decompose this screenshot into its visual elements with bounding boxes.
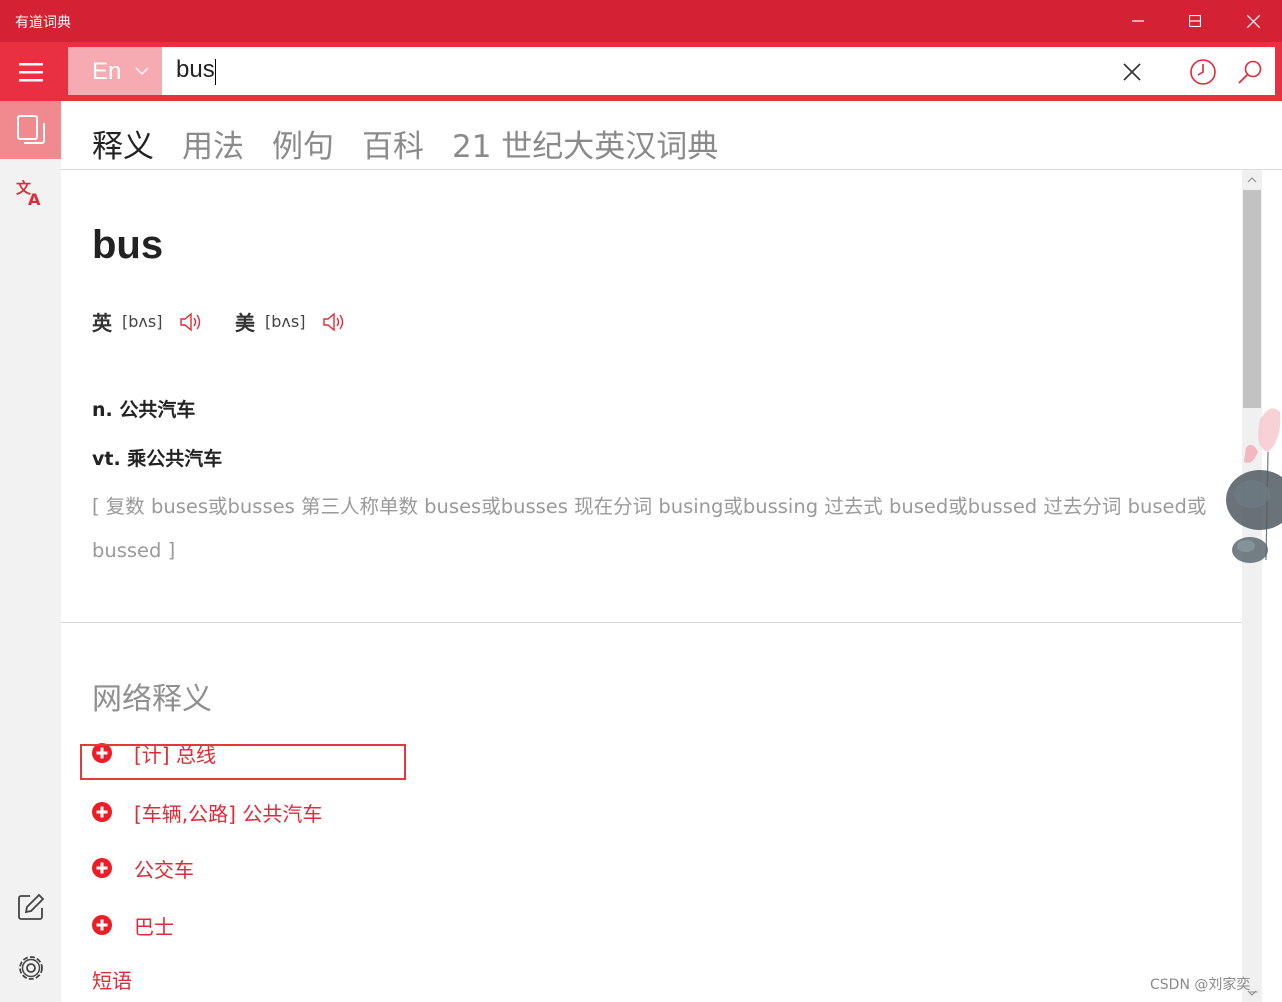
edit-icon	[17, 893, 44, 920]
word-forms: [ 复数 buses或busses 第三人称单数 buses或busses 现在…	[92, 495, 1207, 562]
speaker-icon	[323, 312, 344, 331]
web-definition-item[interactable]: 巴士	[92, 910, 174, 940]
definition-noun: n. 公共汽车	[92, 399, 196, 421]
window-title: 有道词典	[15, 14, 71, 30]
gear-icon	[18, 956, 43, 980]
phrases-link[interactable]: 短语	[92, 965, 132, 994]
web-definition-text: 公交车	[134, 857, 194, 882]
definition-verb: vt. 乘公共汽车	[92, 448, 223, 470]
hamburger-icon	[19, 62, 43, 81]
text-caret	[215, 59, 216, 85]
plus-circle-icon	[92, 802, 112, 822]
maximize-button[interactable]	[1166, 0, 1224, 42]
pronunciation-label: 英	[92, 311, 112, 335]
web-definition-text: 巴士	[134, 914, 174, 939]
web-definitions-title: 网络释义	[92, 682, 212, 717]
clock-icon	[1190, 59, 1216, 85]
plus-circle-icon	[92, 915, 112, 935]
annotation-highlight-box	[80, 744, 406, 780]
close-icon	[1246, 14, 1260, 28]
rail-item-notes[interactable]	[0, 878, 61, 936]
phonetic: [bʌs]	[265, 312, 306, 331]
menu-button[interactable]	[0, 42, 62, 101]
scroll-thumb[interactable]	[1243, 190, 1261, 408]
tab-21st-century-dictionary[interactable]: 21 世纪大英汉词典	[452, 121, 718, 166]
web-definition-item[interactable]: 公交车	[92, 853, 194, 883]
phonetic: [bʌs]	[122, 312, 163, 331]
section-divider	[61, 622, 1242, 623]
copy-pages-icon	[16, 115, 45, 144]
maximize-icon	[1189, 15, 1201, 27]
rail-item-translate[interactable]: 文 A	[0, 163, 61, 221]
rail-item-dictionary[interactable]	[0, 101, 61, 159]
web-definition-item[interactable]: [车辆,公路] 公共汽车	[92, 797, 322, 827]
vertical-scrollbar[interactable]	[1242, 170, 1262, 1002]
definition-panel: bus 英 [bʌs] 美 [bʌs] n. 公共汽车 vt. 乘公共汽车 [ …	[61, 170, 1242, 1002]
close-window-button[interactable]	[1224, 0, 1282, 42]
watermark: CSDN @刘家奕_	[1150, 977, 1258, 993]
left-rail: 文 A	[0, 101, 61, 1002]
language-select[interactable]: En	[68, 47, 162, 95]
web-definition-text: [车辆,公路] 公共汽车	[134, 801, 323, 826]
chevron-up-icon	[1247, 177, 1257, 183]
close-icon	[1123, 63, 1141, 81]
headword: bus	[92, 223, 164, 267]
speaker-icon	[180, 312, 201, 331]
pronunciation-us: 美 [bʌs]	[235, 307, 348, 336]
history-button[interactable]	[1188, 57, 1218, 87]
clear-button[interactable]	[1117, 57, 1147, 87]
lotus-decoration	[1226, 408, 1282, 563]
minimize-button-area[interactable]	[1109, 0, 1167, 42]
tab-usage[interactable]: 用法	[182, 121, 244, 166]
play-us-button[interactable]	[322, 312, 348, 332]
tab-examples[interactable]: 例句	[272, 121, 334, 166]
rail-item-settings[interactable]	[0, 939, 61, 997]
title-bar: 有道词典	[0, 0, 1282, 42]
tab-encyclopedia[interactable]: 百科	[362, 121, 424, 166]
play-uk-button[interactable]	[179, 312, 205, 332]
search-toolbar: En	[0, 42, 1282, 101]
language-label: En	[92, 58, 122, 85]
result-tabs: 释义 用法 例句 百科 21 世纪大英汉词典	[61, 101, 1282, 170]
search-box	[162, 47, 1275, 95]
plus-circle-icon	[92, 858, 112, 878]
search-button[interactable]	[1235, 57, 1265, 87]
search-input[interactable]	[176, 55, 1056, 85]
pronunciation-uk: 英 [bʌs]	[92, 307, 205, 336]
minimize-icon	[1132, 20, 1144, 22]
search-icon	[1238, 60, 1262, 84]
pronunciation-label: 美	[235, 311, 255, 335]
scroll-up-button[interactable]	[1242, 170, 1262, 190]
tab-definition[interactable]: 释义	[92, 121, 154, 166]
svg-text:A: A	[28, 190, 41, 206]
translate-icon: 文 A	[16, 179, 41, 206]
chevron-down-icon	[135, 67, 149, 76]
